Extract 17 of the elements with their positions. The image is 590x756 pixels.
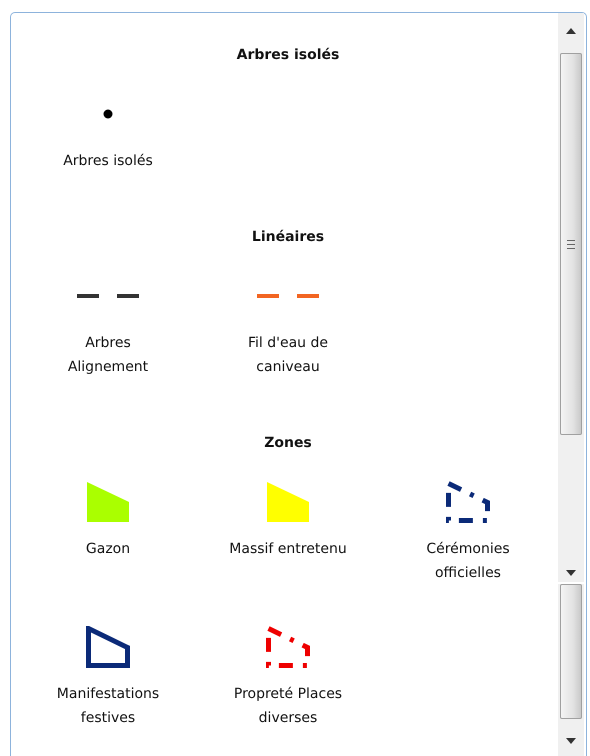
section-title: Zones <box>263 434 313 453</box>
scrollbar-thumb[interactable] <box>560 53 582 435</box>
triangle-up-icon <box>566 28 576 34</box>
scrollbar-thumb[interactable] <box>560 584 582 719</box>
legend-label: Propreté Places diverses <box>234 685 342 728</box>
legend-label: Arbres isolés <box>63 152 153 171</box>
grip-icon <box>567 240 575 248</box>
legend-label: Massif entretenu <box>229 540 347 559</box>
legend-label: Manifestations festives <box>56 685 160 728</box>
legend-label: Arbres Alignement <box>68 334 148 377</box>
legend-label: Cérémonies officielles <box>426 540 510 583</box>
triangle-down-icon <box>566 570 576 576</box>
legend-label: Gazon <box>86 540 130 559</box>
section-title: Arbres isolés <box>236 46 340 65</box>
legend-label: Fil d'eau de caniveau <box>248 334 328 377</box>
triangle-down-icon <box>566 738 576 744</box>
section-title: Linéaires <box>250 228 326 247</box>
